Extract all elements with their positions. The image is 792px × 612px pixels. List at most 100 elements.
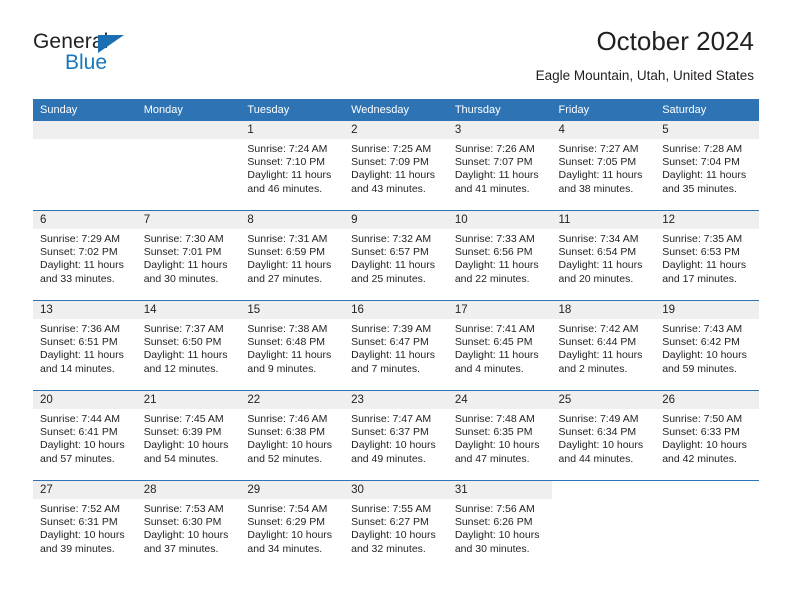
daylight-text: Daylight: 11 hours and 41 minutes. xyxy=(454,169,539,195)
daylight-text: Daylight: 11 hours and 17 minutes. xyxy=(662,259,747,285)
calendar-day-cell[interactable]: 18 Sunrise: 7:42 AM Sunset: 6:44 PM Dayligh… xyxy=(551,301,656,390)
calendar-day-cell-empty xyxy=(136,121,241,210)
day-number: 3 xyxy=(447,121,552,139)
sunset-text: Sunset: 6:30 PM xyxy=(143,516,222,529)
calendar-day-cell[interactable]: 28 Sunrise: 7:53 AM Sunset: 6:30 PM Dayligh… xyxy=(136,481,241,570)
daylight-text: Daylight: 11 hours and 4 minutes. xyxy=(454,349,539,375)
calendar-day-cell[interactable]: 27 Sunrise: 7:52 AM Sunset: 6:31 PM Dayligh… xyxy=(33,481,137,570)
calendar-day-cell[interactable]: 21 Sunrise: 7:45 AM Sunset: 6:39 PM Dayligh… xyxy=(136,391,241,480)
day-details: Sunrise: 7:54 AM Sunset: 6:29 PM Daylight:… xyxy=(240,499,344,556)
daylight-text: Daylight: 10 hours and 39 minutes. xyxy=(40,529,125,555)
day-details: Sunrise: 7:43 AM Sunset: 6:42 PM Daylight:… xyxy=(655,319,759,376)
calendar-day-cell[interactable]: 14 Sunrise: 7:37 AM Sunset: 6:50 PM Dayligh… xyxy=(136,301,241,390)
day-details: Sunrise: 7:37 AM Sunset: 6:50 PM Daylight:… xyxy=(137,319,241,376)
day-number: 13 xyxy=(33,301,137,319)
sunrise-text: Sunrise: 7:49 AM xyxy=(558,413,639,425)
calendar-day-cell[interactable]: 4 Sunrise: 7:27 AM Sunset: 7:05 PM Daylight… xyxy=(551,121,656,210)
title-block: October 2024 Eagle Mountain, Utah, Unite… xyxy=(536,26,756,85)
day-number xyxy=(33,121,137,139)
weekday-header-sunday: Sunday xyxy=(33,99,137,121)
calendar-day-cell[interactable]: 2 Sunrise: 7:25 AM Sunset: 7:09 PM Daylight… xyxy=(344,121,448,210)
calendar-day-cell[interactable]: 24 Sunrise: 7:48 AM Sunset: 6:35 PM Dayligh… xyxy=(447,391,552,480)
general-blue-logo[interactable]: General Blue xyxy=(33,30,151,78)
calendar-day-cell[interactable]: 19 Sunrise: 7:43 AM Sunset: 6:42 PM Dayligh… xyxy=(655,301,759,390)
day-number: 14 xyxy=(136,301,241,319)
day-number: 28 xyxy=(136,481,241,499)
daylight-text: Daylight: 10 hours and 54 minutes. xyxy=(143,439,229,465)
day-details: Sunrise: 7:35 AM Sunset: 6:53 PM Daylight:… xyxy=(655,229,759,286)
sunset-text: Sunset: 6:38 PM xyxy=(247,426,326,439)
sunrise-text: Sunrise: 7:25 AM xyxy=(351,143,432,155)
sunrise-text: Sunrise: 7:48 AM xyxy=(454,413,535,425)
calendar-day-cell[interactable]: 25 Sunrise: 7:49 AM Sunset: 6:34 PM Dayligh… xyxy=(551,391,656,480)
sunrise-text: Sunrise: 7:39 AM xyxy=(351,323,432,335)
sunrise-text: Sunrise: 7:41 AM xyxy=(454,323,535,335)
sunset-text: Sunset: 6:47 PM xyxy=(351,336,429,349)
calendar-day-cell[interactable]: 10 Sunrise: 7:33 AM Sunset: 6:56 PM Dayligh… xyxy=(447,211,552,300)
sunset-text: Sunset: 6:45 PM xyxy=(454,336,533,349)
calendar-day-cell[interactable]: 6 Sunrise: 7:29 AM Sunset: 7:02 PM Daylight… xyxy=(33,211,137,300)
calendar-day-cell[interactable]: 7 Sunrise: 7:30 AM Sunset: 7:01 PM Daylight… xyxy=(136,211,241,300)
calendar-day-cell[interactable]: 20 Sunrise: 7:44 AM Sunset: 6:41 PM Dayligh… xyxy=(33,391,137,480)
sunrise-text: Sunrise: 7:30 AM xyxy=(143,233,224,245)
day-number: 31 xyxy=(447,481,552,499)
calendar-day-cell[interactable]: 9 Sunrise: 7:32 AM Sunset: 6:57 PM Daylight… xyxy=(344,211,448,300)
calendar-week-row: 27 Sunrise: 7:52 AM Sunset: 6:31 PM Dayligh… xyxy=(33,480,759,570)
sunset-text: Sunset: 6:44 PM xyxy=(558,336,637,349)
sunrise-text: Sunrise: 7:34 AM xyxy=(558,233,639,245)
sunset-text: Sunset: 6:42 PM xyxy=(662,336,740,349)
day-number: 24 xyxy=(447,391,552,409)
sunset-text: Sunset: 6:35 PM xyxy=(454,426,533,439)
sunrise-text: Sunrise: 7:54 AM xyxy=(247,503,328,515)
calendar-day-cell-empty xyxy=(33,121,137,210)
sunset-text: Sunset: 7:01 PM xyxy=(143,246,222,259)
calendar-day-cell[interactable]: 8 Sunrise: 7:31 AM Sunset: 6:59 PM Daylight… xyxy=(240,211,345,300)
daylight-text: Daylight: 11 hours and 43 minutes. xyxy=(351,169,435,195)
calendar-day-cell[interactable]: 5 Sunrise: 7:28 AM Sunset: 7:04 PM Daylight… xyxy=(655,121,759,210)
calendar-day-cell[interactable]: 17 Sunrise: 7:41 AM Sunset: 6:45 PM Dayligh… xyxy=(447,301,552,390)
calendar-day-cell[interactable]: 12 Sunrise: 7:35 AM Sunset: 6:53 PM Dayligh… xyxy=(655,211,759,300)
calendar-day-cell[interactable]: 11 Sunrise: 7:34 AM Sunset: 6:54 PM Dayligh… xyxy=(551,211,656,300)
daylight-text: Daylight: 11 hours and 38 minutes. xyxy=(558,169,643,195)
sunrise-text: Sunrise: 7:56 AM xyxy=(454,503,535,515)
sunrise-text: Sunrise: 7:50 AM xyxy=(662,413,743,425)
sunset-text: Sunset: 6:53 PM xyxy=(662,246,740,259)
sunrise-text: Sunrise: 7:55 AM xyxy=(351,503,432,515)
weekday-header-monday: Monday xyxy=(136,99,241,121)
calendar-day-cell[interactable]: 22 Sunrise: 7:46 AM Sunset: 6:38 PM Dayligh… xyxy=(240,391,345,480)
day-details: Sunrise: 7:36 AM Sunset: 6:51 PM Daylight:… xyxy=(33,319,137,376)
daylight-text: Daylight: 11 hours and 22 minutes. xyxy=(454,259,539,285)
calendar-day-cell[interactable]: 1 Sunrise: 7:24 AM Sunset: 7:10 PM Daylight… xyxy=(240,121,345,210)
calendar-day-cell[interactable]: 30 Sunrise: 7:55 AM Sunset: 6:27 PM Dayligh… xyxy=(344,481,448,570)
sunset-text: Sunset: 6:39 PM xyxy=(143,426,222,439)
day-number: 2 xyxy=(344,121,448,139)
sunrise-text: Sunrise: 7:45 AM xyxy=(143,413,224,425)
day-details: Sunrise: 7:38 AM Sunset: 6:48 PM Daylight:… xyxy=(240,319,344,376)
calendar-day-cell[interactable]: 29 Sunrise: 7:54 AM Sunset: 6:29 PM Dayligh… xyxy=(240,481,345,570)
sunset-text: Sunset: 6:50 PM xyxy=(143,336,222,349)
calendar-day-cell[interactable]: 3 Sunrise: 7:26 AM Sunset: 7:07 PM Daylight… xyxy=(447,121,552,210)
calendar-day-cell[interactable]: 15 Sunrise: 7:38 AM Sunset: 6:48 PM Dayligh… xyxy=(240,301,345,390)
sunrise-text: Sunrise: 7:31 AM xyxy=(247,233,328,245)
day-number: 22 xyxy=(240,391,345,409)
day-details: Sunrise: 7:41 AM Sunset: 6:45 PM Daylight:… xyxy=(448,319,552,376)
calendar-day-cell[interactable]: 23 Sunrise: 7:47 AM Sunset: 6:37 PM Dayligh… xyxy=(344,391,448,480)
sunrise-text: Sunrise: 7:26 AM xyxy=(454,143,535,155)
day-number xyxy=(552,481,656,499)
sunset-text: Sunset: 6:48 PM xyxy=(247,336,326,349)
daylight-text: Daylight: 11 hours and 25 minutes. xyxy=(351,259,435,285)
day-number xyxy=(136,121,241,139)
sunrise-text: Sunrise: 7:28 AM xyxy=(662,143,743,155)
daylight-text: Daylight: 10 hours and 32 minutes. xyxy=(351,529,436,555)
sunrise-text: Sunrise: 7:27 AM xyxy=(558,143,639,155)
calendar-day-cell[interactable]: 31 Sunrise: 7:56 AM Sunset: 6:26 PM Dayligh… xyxy=(447,481,552,570)
day-details: Sunrise: 7:34 AM Sunset: 6:54 PM Daylight:… xyxy=(552,229,656,286)
day-details: Sunrise: 7:48 AM Sunset: 6:35 PM Daylight:… xyxy=(448,409,552,466)
calendar-day-cell[interactable]: 13 Sunrise: 7:36 AM Sunset: 6:51 PM Dayligh… xyxy=(33,301,137,390)
calendar-day-cell[interactable]: 26 Sunrise: 7:50 AM Sunset: 6:33 PM Dayligh… xyxy=(655,391,759,480)
sunrise-text: Sunrise: 7:52 AM xyxy=(40,503,120,515)
day-number: 25 xyxy=(551,391,656,409)
day-details: Sunrise: 7:45 AM Sunset: 6:39 PM Daylight:… xyxy=(137,409,241,466)
calendar-day-cell[interactable]: 16 Sunrise: 7:39 AM Sunset: 6:47 PM Dayligh… xyxy=(344,301,448,390)
day-number: 21 xyxy=(136,391,241,409)
